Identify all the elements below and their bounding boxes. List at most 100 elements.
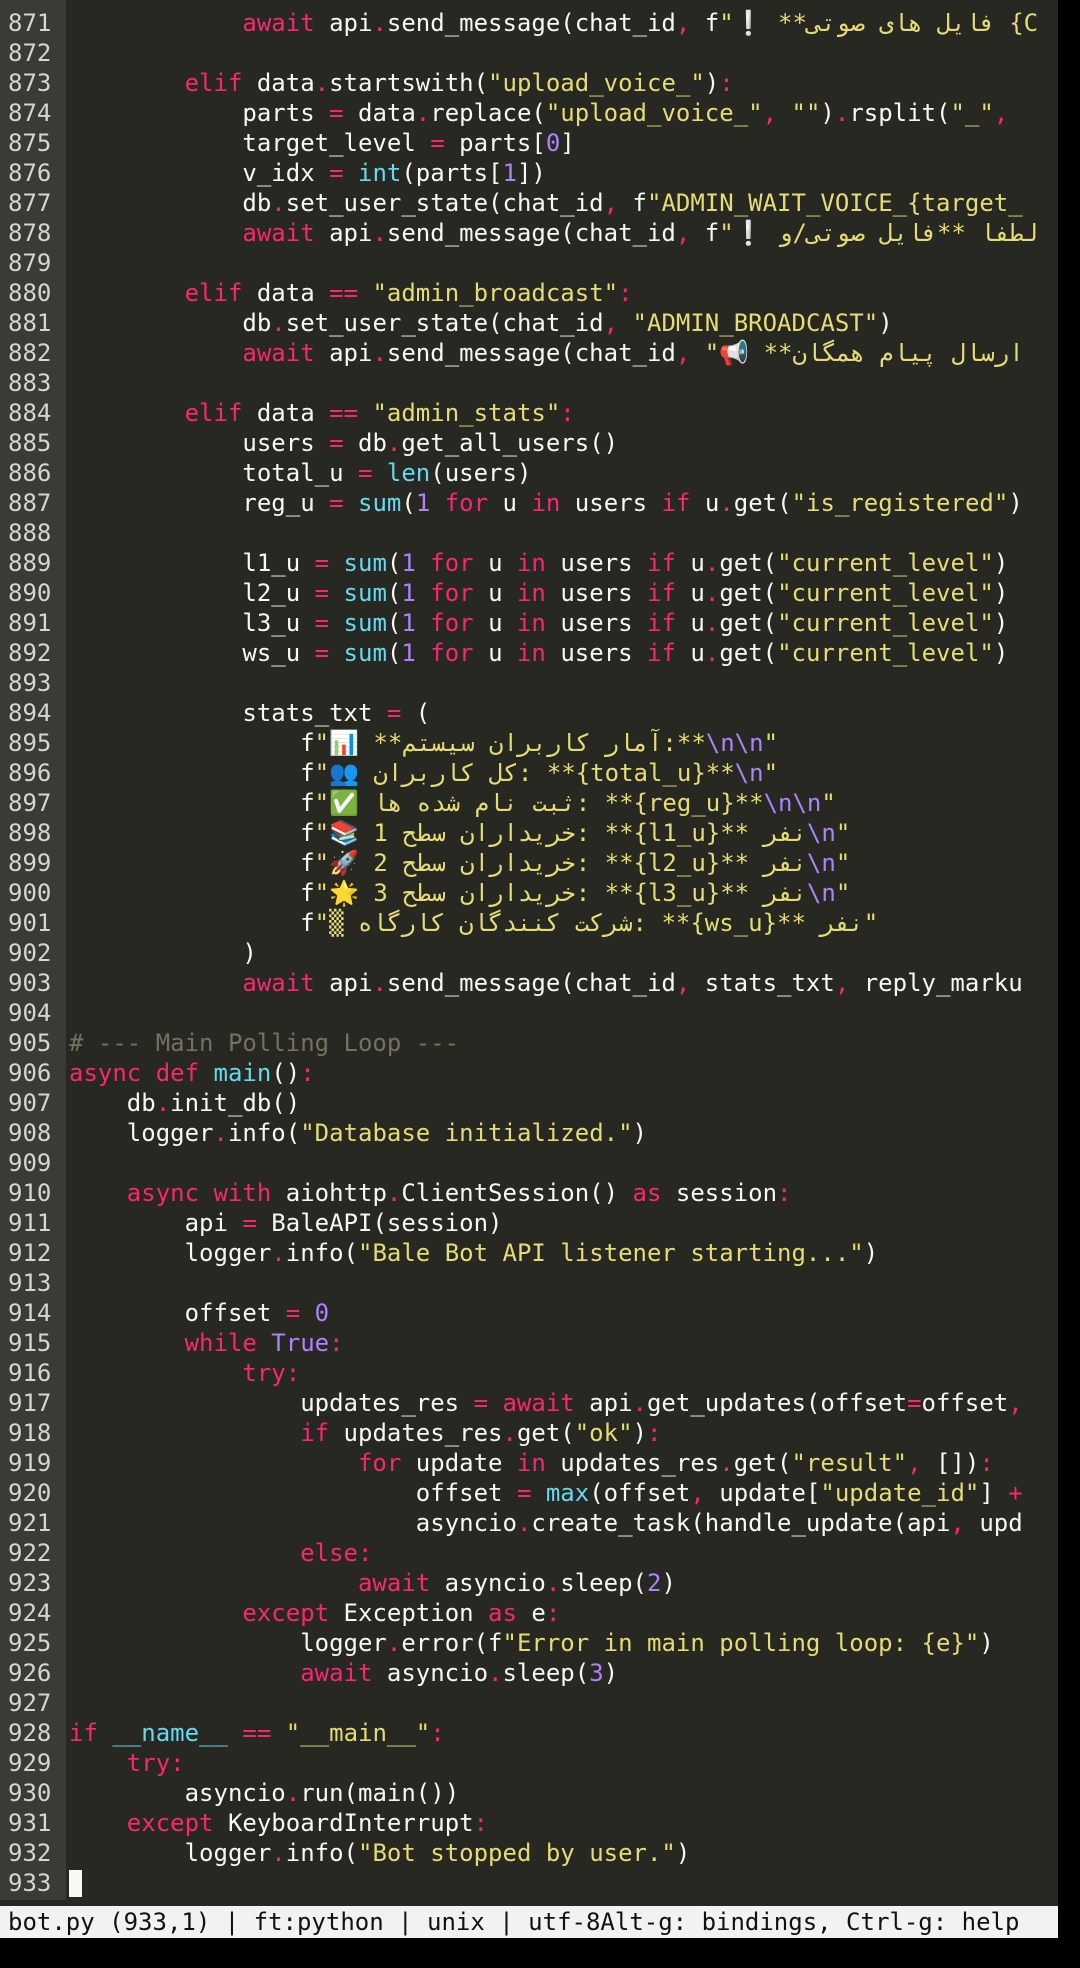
code-line[interactable]: 898 f"📚 خریداران سطح 1: **{l1_u}** نفر\n… — [0, 818, 1058, 848]
code-token: await — [242, 219, 315, 247]
code-line[interactable]: 893 — [0, 668, 1058, 698]
code-token: " — [835, 879, 851, 907]
code-line[interactable]: 931 except KeyboardInterrupt: — [0, 1808, 1058, 1838]
code-line[interactable]: 933 — [0, 1868, 1058, 1898]
code-line[interactable]: 906 async def main(): — [0, 1058, 1058, 1088]
code-token: : — [618, 279, 633, 307]
code-line[interactable]: 886 total_u = len(users) — [0, 458, 1058, 488]
code-line[interactable]: 890 l2_u = sum(1 for u in users if u.get… — [0, 578, 1058, 608]
code-line[interactable]: 932 logger.info("Bot stopped by user.") — [0, 1838, 1058, 1868]
code-line[interactable]: 916 try: — [0, 1358, 1058, 1388]
code-line[interactable]: 899 f"🚀 خریداران سطح 2: **{l2_u}** نفر\n… — [0, 848, 1058, 878]
code-token: f — [69, 819, 315, 847]
code-token: ( — [401, 489, 416, 517]
line-number: 898 — [0, 818, 66, 848]
code-token: , — [603, 189, 619, 217]
code-token: u — [675, 549, 705, 577]
code-line[interactable]: 930 asyncio.run(main()) — [0, 1778, 1058, 1808]
code-line[interactable]: 912 logger.info("Bale Bot API listener s… — [0, 1238, 1058, 1268]
code-line[interactable]: 885 users = db.get_all_users() — [0, 428, 1058, 458]
code-line[interactable]: 879 — [0, 248, 1058, 278]
code-line[interactable]: 924 except Exception as e: — [0, 1598, 1058, 1628]
code-line[interactable]: 895 f"📊 **آمار کاربران سیستم:**\n\n" — [0, 728, 1058, 758]
code-line[interactable]: 894 stats_txt = ( — [0, 698, 1058, 728]
code-token: "Bot stopped by user." — [358, 1839, 676, 1867]
line-number: 894 — [0, 698, 66, 728]
code-line[interactable]: 873 elif data.startswith("upload_voice_"… — [0, 68, 1058, 98]
code-line[interactable]: 878 await api.send_message(chat_id, f"❕ … — [0, 218, 1058, 248]
code-line[interactable]: 920 offset = max(offset, update["update_… — [0, 1478, 1058, 1508]
code-token: \n — [806, 849, 836, 877]
code-token: f — [69, 789, 315, 817]
code-token: if — [647, 639, 676, 667]
code-line[interactable]: 921 asyncio.create_task(handle_update(ap… — [0, 1508, 1058, 1538]
code-line[interactable]: 874 parts = data.replace("upload_voice_"… — [0, 98, 1058, 128]
code-line[interactable]: 888 — [0, 518, 1058, 548]
code-line[interactable]: 872 — [0, 38, 1058, 68]
code-editor[interactable]: 871 await api.send_message(chat_id, f"❕ … — [0, 0, 1058, 1900]
code-line[interactable]: 922 else: — [0, 1538, 1058, 1568]
code-line[interactable]: 914 offset = 0 — [0, 1298, 1058, 1328]
code-line[interactable]: 883 — [0, 368, 1058, 398]
line-number: 901 — [0, 908, 66, 938]
code-line[interactable]: 904 — [0, 998, 1058, 1028]
code-line[interactable]: 923 await asyncio.sleep(2) — [0, 1568, 1058, 1598]
code-token: info( — [285, 1839, 358, 1867]
code-line[interactable]: 871 await api.send_message(chat_id, f"❕ … — [0, 8, 1058, 38]
code-token: "📢 **ارسال پیام همگان — [704, 339, 1024, 367]
code-token: " — [763, 729, 779, 757]
code-line[interactable]: 896 f"👥 کل کاربران: **{total_u}**\n" — [0, 758, 1058, 788]
code-line[interactable]: 897 f"✅ ثبت نام شده ها: **{reg_u}**\n\n" — [0, 788, 1058, 818]
code-line[interactable]: 884 elif data == "admin_stats": — [0, 398, 1058, 428]
code-line[interactable]: 905 # --- Main Polling Loop --- — [0, 1028, 1058, 1058]
code-line[interactable]: 911 api = BaleAPI(session) — [0, 1208, 1058, 1238]
code-token: == — [329, 279, 358, 307]
code-line[interactable]: 908 logger.info("Database initialized.") — [0, 1118, 1058, 1148]
code-text: elif data == "admin_stats": — [69, 398, 1058, 428]
code-line[interactable]: 887 reg_u = sum(1 for u in users if u.ge… — [0, 488, 1058, 518]
code-line[interactable]: 926 await asyncio.sleep(3) — [0, 1658, 1058, 1688]
code-token: "❕ **فایل های صوتی {C — [719, 9, 1039, 37]
code-token: 0 — [545, 129, 561, 157]
code-line[interactable]: 925 logger.error(f"Error in main polling… — [0, 1628, 1058, 1658]
code-token: . — [271, 1839, 286, 1867]
code-line[interactable]: 918 if updates_res.get("ok"): — [0, 1418, 1058, 1448]
code-token: send_message(chat_id — [386, 339, 676, 367]
code-line[interactable]: 881 db.set_user_state(chat_id, "ADMIN_BR… — [0, 308, 1058, 338]
code-text: offset = 0 — [69, 1298, 1058, 1328]
code-line[interactable]: 913 — [0, 1268, 1058, 1298]
code-line[interactable]: 882 await api.send_message(chat_id, "📢 *… — [0, 338, 1058, 368]
code-line[interactable]: 880 elif data == "admin_broadcast": — [0, 278, 1058, 308]
code-line[interactable]: 910 async with aiohttp.ClientSession() a… — [0, 1178, 1058, 1208]
code-line[interactable]: 909 — [0, 1148, 1058, 1178]
code-line[interactable]: 901 f"▒ شرکت کنندگان کارگاه: **{ws_u}** … — [0, 908, 1058, 938]
code-text: f"👥 کل کاربران: **{total_u}**\n" — [69, 758, 1058, 788]
code-line[interactable]: 902 ) — [0, 938, 1058, 968]
code-token: logger — [69, 1629, 387, 1657]
code-line[interactable]: 907 db.init_db() — [0, 1088, 1058, 1118]
code-token: get( — [733, 1449, 792, 1477]
code-line[interactable]: 889 l1_u = sum(1 for u in users if u.get… — [0, 548, 1058, 578]
code-token: as — [632, 1179, 662, 1207]
code-token: . — [632, 1389, 647, 1417]
code-line[interactable]: 877 db.set_user_state(chat_id, f"ADMIN_W… — [0, 188, 1058, 218]
code-token: u — [473, 639, 517, 667]
code-line[interactable]: 903 await api.send_message(chat_id, stat… — [0, 968, 1058, 998]
code-line[interactable]: 875 target_level = parts[0] — [0, 128, 1058, 158]
code-text: l1_u = sum(1 for u in users if u.get("cu… — [69, 548, 1058, 578]
code-line[interactable]: 900 f"🌟 خریداران سطح 3: **{l3_u}** نفر\n… — [0, 878, 1058, 908]
code-line[interactable]: 876 v_idx = int(parts[1]) — [0, 158, 1058, 188]
code-line[interactable]: 919 for update in updates_res.get("resul… — [0, 1448, 1058, 1478]
code-token: () — [271, 1059, 301, 1087]
code-line[interactable]: 927 — [0, 1688, 1058, 1718]
code-token: ) — [675, 1839, 691, 1867]
code-line[interactable]: 917 updates_res = await api.get_updates(… — [0, 1388, 1058, 1418]
code-line[interactable]: 929 try: — [0, 1748, 1058, 1778]
code-token: = — [329, 429, 344, 457]
code-line[interactable]: 915 while True: — [0, 1328, 1058, 1358]
code-line[interactable]: 928 if __name__ == "__main__": — [0, 1718, 1058, 1748]
code-line[interactable]: 892 ws_u = sum(1 for u in users if u.get… — [0, 638, 1058, 668]
code-line[interactable]: 891 l3_u = sum(1 for u in users if u.get… — [0, 608, 1058, 638]
